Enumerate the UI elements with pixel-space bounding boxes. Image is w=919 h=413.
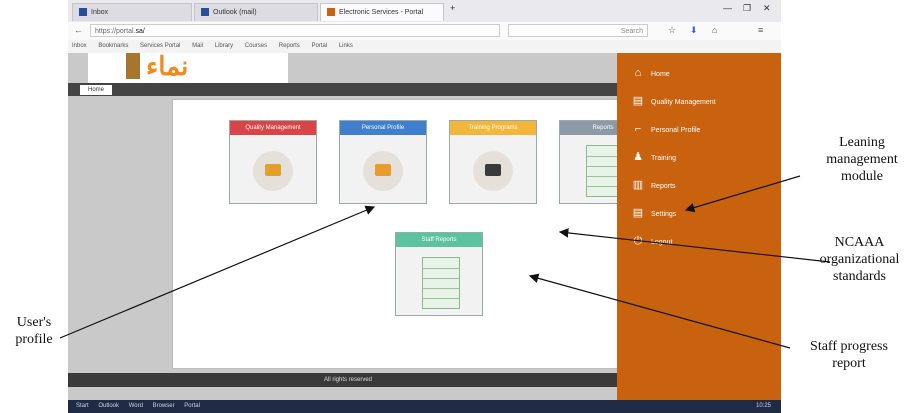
bookmark-item[interactable]: Mail <box>192 43 203 49</box>
bookmark-item[interactable]: Portal <box>311 43 327 49</box>
menu-item-logout[interactable]: ⏻ Logout <box>631 231 776 251</box>
side-menu: ⌂ Home ▤ Quality Management ⌐ Personal Prof… <box>617 53 781 400</box>
dashboard-panel: Quality Management Personal Profile Trai… <box>172 99 647 369</box>
tab-bar: Inbox Outlook (mail) Electronic Services… <box>68 0 781 23</box>
close-button[interactable]: ✕ <box>763 3 771 14</box>
home-button-icon[interactable]: ⌂ <box>712 25 717 35</box>
card-icon: ▤ <box>632 207 644 219</box>
card-title: Personal Profile <box>340 121 426 135</box>
navigation-bar: ← https://portal.sa/ Search ☆ ⬇ ⌂ ≡ <box>68 22 781 41</box>
tab-favicon-icon <box>327 8 335 17</box>
browser-screenshot: Inbox Outlook (mail) Electronic Services… <box>68 0 781 413</box>
new-tab-button[interactable]: + <box>450 3 455 13</box>
portal-logo[interactable]: نماء <box>88 53 288 83</box>
bookmark-item[interactable]: Links <box>339 43 353 49</box>
menu-item-home[interactable]: ⌂ Home <box>631 63 776 83</box>
menu-item-personal-profile[interactable]: ⌐ Personal Profile <box>631 119 776 139</box>
menu-item-reports[interactable]: ▥ Reports <box>631 175 776 195</box>
card-training-programs[interactable]: Training Programs <box>449 120 537 204</box>
bookmark-item[interactable]: Reports <box>279 43 300 49</box>
taskbar-start[interactable]: Start <box>76 403 89 409</box>
address-bar[interactable]: https://portal.sa/ <box>90 24 500 37</box>
bookmark-star-icon[interactable]: ☆ <box>668 25 676 36</box>
annotation-users-profile: User's profile <box>15 315 53 347</box>
annotation-learning-module: Leaning management module <box>826 135 898 184</box>
logo-text: نماء <box>146 51 189 81</box>
card-personal-profile[interactable]: Personal Profile <box>339 120 427 204</box>
tab-favicon-icon <box>201 8 209 17</box>
maximize-button[interactable]: ❐ <box>743 3 751 14</box>
minimize-button[interactable]: — <box>723 3 732 13</box>
taskbar: Start Outlook Word Browser Portal 10:25 <box>68 400 781 413</box>
page-footer: All rights reserved <box>68 373 628 387</box>
bookmark-item[interactable]: Services Portal <box>140 43 180 49</box>
presenter-icon <box>473 151 513 191</box>
monitor-icon <box>253 151 293 191</box>
card-title: Training Programs <box>450 121 536 135</box>
browser-tab-1[interactable]: Inbox <box>72 3 192 21</box>
taskbar-item[interactable]: Browser <box>153 403 175 409</box>
menu-item-settings[interactable]: ▤ Settings <box>631 203 776 223</box>
taskbar-item[interactable]: Portal <box>184 403 200 409</box>
grid-icon: ▤ <box>632 95 644 107</box>
search-input[interactable]: Search <box>508 24 648 37</box>
breadcrumb: Home <box>68 83 628 96</box>
power-icon: ⏻ <box>633 235 643 247</box>
menu-item-training[interactable]: ♟ Training <box>631 147 776 167</box>
tower-logo-icon <box>126 53 140 79</box>
card-staff-reports[interactable]: Staff Reports <box>395 232 483 316</box>
taskbar-item[interactable]: Outlook <box>98 403 119 409</box>
annotation-ncaaa-standards: NCAAA organizational standards <box>819 235 900 284</box>
bookmark-item[interactable]: Inbox <box>72 43 87 49</box>
menu-item-quality-management[interactable]: ▤ Quality Management <box>631 91 776 111</box>
download-icon[interactable]: ⬇ <box>690 25 698 36</box>
bookmark-item[interactable]: Bookmarks <box>98 43 128 49</box>
staircase-icon: ⌐ <box>634 123 642 135</box>
taskbar-clock: 10:25 <box>755 403 771 409</box>
bookmark-item[interactable]: Library <box>215 43 233 49</box>
browser-tab-2[interactable]: Outlook (mail) <box>194 3 318 21</box>
card-title: Quality Management <box>230 121 316 135</box>
bar-chart-icon: ▥ <box>632 179 644 191</box>
breadcrumb-home[interactable]: Home <box>80 85 113 95</box>
tab-favicon-icon <box>79 8 87 17</box>
back-arrow-icon[interactable]: ← <box>74 25 83 35</box>
menu-icon[interactable]: ≡ <box>758 25 763 35</box>
taskbar-item[interactable]: Word <box>129 403 143 409</box>
bookmark-item[interactable]: Courses <box>245 43 267 49</box>
spreadsheet-icon <box>422 257 460 309</box>
user-icon: ♟ <box>633 151 643 163</box>
card-quality-management[interactable]: Quality Management <box>229 120 317 204</box>
browser-tab-3[interactable]: Electronic Services - Portal <box>320 3 444 21</box>
annotation-staff-progress: Staff progress report <box>810 339 888 371</box>
browser-window-icon <box>363 151 403 191</box>
card-title: Staff Reports <box>396 233 482 247</box>
home-icon: ⌂ <box>634 67 642 79</box>
